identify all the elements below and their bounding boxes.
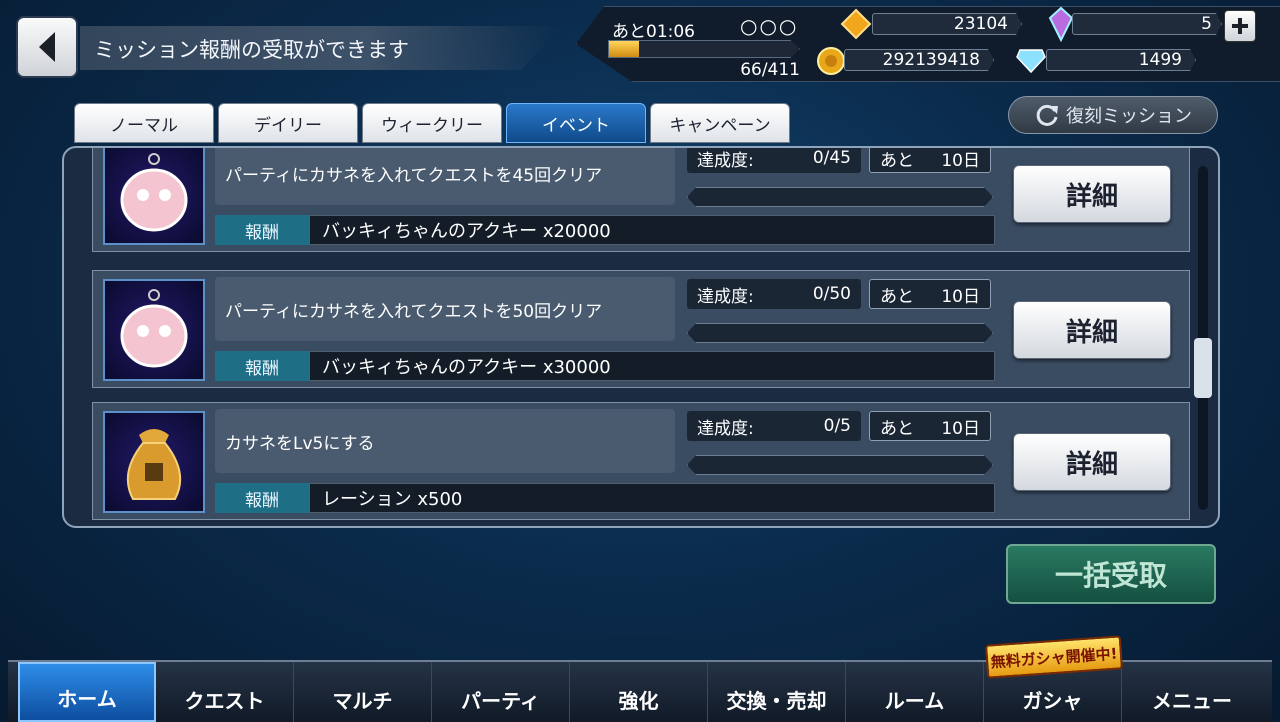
refresh-icon — [1036, 104, 1058, 126]
mission-list: パーティにカサネを入れてクエストを45回クリア 達成度: 0/45 あと 10日 報… — [62, 146, 1220, 528]
remaining-label: あと — [880, 418, 914, 439]
reward-label: 報酬 — [215, 483, 309, 513]
progress-box: 達成度: 0/5 — [687, 411, 861, 441]
rainbow-crystal-count: 5 — [1201, 14, 1212, 34]
add-crystal-button[interactable] — [1224, 10, 1256, 42]
reward-value: バッキィちゃんのアクキー x30000 — [309, 351, 995, 381]
progress-value: 0/5 — [823, 416, 851, 436]
stamina-timer: あと01:06 — [612, 22, 695, 42]
nav-multi[interactable]: マルチ — [294, 662, 432, 722]
tab-campaign[interactable]: キャンペーン — [650, 103, 790, 143]
nav-party[interactable]: パーティ — [432, 662, 570, 722]
revival-mission-button[interactable]: 復刻ミッション — [1008, 96, 1218, 134]
nav-label: ホーム — [57, 687, 117, 711]
scrollbar-thumb[interactable] — [1194, 338, 1212, 398]
progress-bar — [687, 187, 993, 207]
plus-icon — [1232, 18, 1248, 34]
tab-label: イベント — [542, 115, 610, 136]
stamina-dots: ○○○ — [740, 14, 799, 38]
progress-bar — [687, 323, 993, 343]
nav-label: メニュー — [1152, 689, 1232, 713]
nav-label: ガシャ — [1022, 689, 1083, 713]
keychain-icon — [103, 279, 205, 381]
nav-label: 交換・売却 — [726, 689, 827, 713]
remaining-box: あと 10日 — [869, 411, 991, 441]
gold-crystal-icon — [840, 8, 872, 44]
progress-box: 達成度: 0/50 — [687, 279, 861, 309]
tab-label: ウィークリー — [381, 115, 483, 136]
remaining-value: 10日 — [941, 286, 980, 307]
reward-label: 報酬 — [215, 351, 309, 381]
detail-button[interactable]: 詳細 — [1013, 301, 1171, 359]
nav-menu[interactable]: メニュー — [1122, 662, 1262, 722]
progress-value: 0/45 — [812, 148, 851, 168]
progress-label: 達成度: — [697, 286, 754, 307]
progress-label: 達成度: — [697, 418, 754, 439]
progress-box: 達成度: 0/45 — [687, 148, 861, 173]
mission-row: カサネをLv5にする 達成度: 0/5 あと 10日 報酬 レーション x500 詳… — [92, 402, 1190, 520]
tab-daily[interactable]: デイリー — [218, 103, 358, 143]
remaining-box: あと 10日 — [869, 148, 991, 173]
tab-weekly[interactable]: ウィークリー — [362, 103, 502, 143]
rainbow-crystal-icon — [1046, 6, 1076, 46]
stamina-bar — [608, 40, 800, 58]
tab-normal[interactable]: ノーマル — [74, 103, 214, 143]
nav-enhance[interactable]: 強化 — [570, 662, 708, 722]
nav-quest[interactable]: クエスト — [156, 662, 294, 722]
detail-button[interactable]: 詳細 — [1013, 433, 1171, 491]
mission-row: パーティにカサネを入れてクエストを45回クリア 達成度: 0/45 あと 10日 報… — [92, 148, 1190, 252]
reward-value: レーション x500 — [309, 483, 995, 513]
page-title: ミッション報酬の受取ができます — [94, 38, 409, 62]
detail-button[interactable]: 詳細 — [1013, 165, 1171, 223]
nav-label: ルーム — [884, 689, 945, 713]
mission-row: パーティにカサネを入れてクエストを50回クリア 達成度: 0/50 あと 10日 報… — [92, 270, 1190, 388]
tab-event[interactable]: イベント — [506, 103, 646, 143]
nav-label: マルチ — [332, 689, 393, 713]
coin-count: 292139418 — [882, 50, 980, 70]
tab-label: デイリー — [254, 115, 322, 136]
reward-label: 報酬 — [215, 215, 309, 245]
stamina-value: 66/411 — [740, 60, 800, 80]
remaining-box: あと 10日 — [869, 279, 991, 309]
mission-name: カサネをLv5にする — [215, 409, 675, 473]
remaining-label: あと — [880, 286, 914, 307]
nav-exchange[interactable]: 交換・売却 — [708, 662, 846, 722]
gold-crystal-count: 23104 — [953, 14, 1008, 34]
nav-room[interactable]: ルーム — [846, 662, 984, 722]
bulk-receive-button[interactable]: 一括受取 — [1006, 544, 1216, 604]
reward-value: バッキィちゃんのアクキー x20000 — [309, 215, 995, 245]
mission-name: パーティにカサネを入れてクエストを50回クリア — [215, 277, 675, 341]
keychain-icon — [103, 148, 205, 245]
tab-label: キャンペーン — [669, 115, 771, 136]
progress-label: 達成度: — [697, 150, 754, 171]
nav-home[interactable]: ホーム — [18, 662, 156, 722]
mission-name: パーティにカサネを入れてクエストを45回クリア — [215, 148, 675, 205]
stamina-bar-fill — [609, 41, 640, 57]
diamond-count: 1499 — [1138, 50, 1182, 70]
remaining-value: 10日 — [941, 418, 980, 439]
nav-label: 強化 — [618, 689, 659, 713]
coin-icon — [816, 46, 846, 80]
chevron-left-icon — [39, 32, 55, 62]
ration-bag-icon — [103, 411, 205, 513]
nav-label: クエスト — [184, 689, 265, 713]
progress-value: 0/50 — [812, 284, 851, 304]
revival-mission-label: 復刻ミッション — [1066, 106, 1192, 127]
tab-label: ノーマル — [110, 115, 178, 136]
nav-label: パーティ — [461, 689, 540, 713]
progress-bar — [687, 455, 993, 475]
remaining-value: 10日 — [941, 150, 980, 171]
diamond-icon — [1016, 48, 1046, 78]
back-button[interactable] — [16, 16, 78, 78]
remaining-label: あと — [880, 150, 914, 171]
